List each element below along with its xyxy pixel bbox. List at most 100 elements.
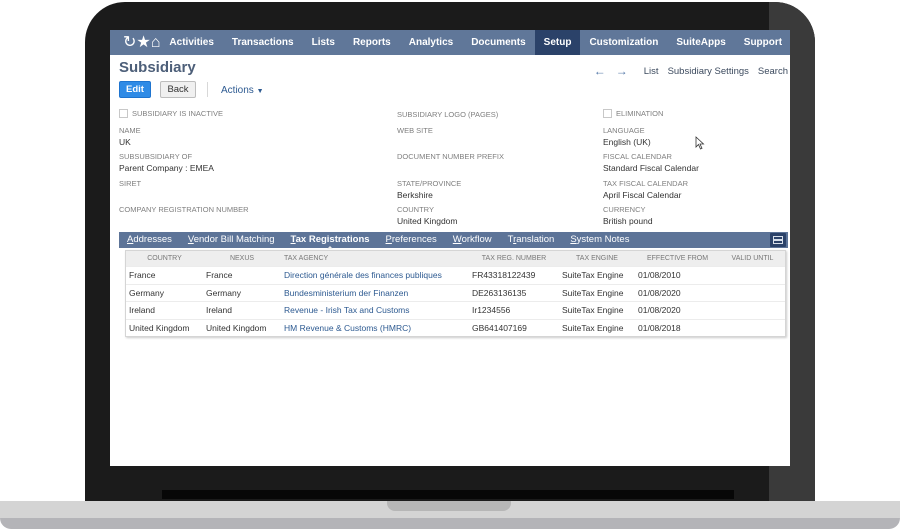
inactive-checkbox-field: Subsidiary is inactive [119,108,223,119]
tab-tax-registrations[interactable]: Tax Registrations [283,232,378,249]
tab-addresses-label: ddresses [133,234,172,245]
name-label: Name [119,126,141,135]
siret-field: SIRET [119,178,141,189]
col-nexus[interactable]: Nexus [203,255,281,262]
state-value: Berkshire [397,190,433,200]
forward-arrow-icon[interactable]: → [616,64,628,78]
inactive-checkbox[interactable] [119,109,128,118]
table-row[interactable]: Ireland Ireland Revenue - Irish Tax and … [126,301,785,319]
fiscal-calendar-label: Fiscal Calendar [603,152,672,161]
nav-customization[interactable]: Customization [580,30,667,55]
table-row[interactable]: Germany Germany Bundesministerium der Fi… [126,283,785,302]
cell-effective-from: 01/08/2018 [638,322,681,333]
doc-prefix-field: Document Number Prefix [397,151,504,162]
col-country[interactable]: Country [126,255,203,262]
currency-label: Currency [603,205,646,214]
tax-registrations-table: Country Nexus Tax Agency Tax Reg. Number… [125,250,786,337]
base-notch [387,501,511,511]
cell-tax-agency-link[interactable]: HM Revenue & Customs (HMRC) [281,323,469,333]
nav-setup[interactable]: Setup [534,30,581,55]
tab-tax-registrations-label: ax Registrations [295,234,370,245]
tab-preferences-label: references [391,234,437,245]
cell-country: France [129,270,156,281]
elimination-checkbox[interactable] [603,109,612,118]
col-tax-engine[interactable]: Tax Engine [559,255,635,262]
website-field: Web Site [397,125,433,136]
tab-translation-label: anslation [516,234,555,245]
doc-prefix-label: Document Number Prefix [397,152,504,161]
nav-transactions[interactable]: Transactions [223,30,303,55]
country-value: United Kingdom [397,216,458,226]
state-field: State/Province Berkshire [397,178,461,201]
col-valid-until[interactable]: Valid Until [720,255,785,262]
actions-label: Actions [221,85,254,96]
view-toggle-icon[interactable] [770,233,786,247]
tax-fiscal-calendar-field: Tax Fiscal Calendar April Fiscal Calenda… [603,178,688,201]
search-link[interactable]: Search [758,66,788,77]
base-bottom [0,518,900,529]
tab-translation[interactable]: Translation [500,232,563,248]
tab-preferences[interactable]: Preferences [378,232,445,248]
nav-lists[interactable]: Lists [303,30,344,55]
table-row[interactable]: France France Direction générale des fin… [126,266,785,284]
subtab-bar: Addresses Vendor Bill Matching Tax Regis… [119,232,788,249]
subsidiary-settings-link[interactable]: Subsidiary Settings [668,66,749,77]
nav-reports[interactable]: Reports [344,30,400,55]
table-row[interactable]: United Kingdom United Kingdom HM Revenue… [126,318,785,337]
laptop-base [0,501,900,529]
star-icon[interactable]: ★ [136,30,150,55]
company-reg-label: Company Registration Number [119,205,249,214]
nav-activities[interactable]: Activities [160,30,222,55]
record-navigation: ← → List Subsidiary Settings Search [594,64,788,78]
page-title: Subsidiary [119,59,196,76]
nav-analytics[interactable]: Analytics [400,30,462,55]
actions-menu[interactable]: Actions ▼ [221,85,264,96]
fiscal-calendar-field: Fiscal Calendar Standard Fiscal Calendar [603,151,699,174]
tab-system-notes[interactable]: System Notes [562,232,637,248]
nav-support[interactable]: Support [735,30,790,55]
tax-fiscal-calendar-value: April Fiscal Calendar [603,190,682,200]
home-icon[interactable]: ⌂ [151,30,161,55]
subsidiary-of-value: Parent Company : EMEA [119,163,214,173]
cell-tax-engine: SuiteTax Engine [562,305,624,316]
cell-nexus: France [206,270,233,281]
col-tax-reg-number[interactable]: Tax Reg. Number [469,255,559,262]
list-link[interactable]: List [644,66,659,77]
cell-tax-engine: SuiteTax Engine [562,287,624,298]
cell-nexus: United Kingdom [206,322,267,333]
name-field: Name UK [119,125,141,148]
col-tax-agency[interactable]: Tax Agency [281,255,469,262]
inactive-label: Subsidiary is inactive [132,109,223,118]
tab-vendor-bill-matching[interactable]: Vendor Bill Matching [180,232,283,248]
cell-tax-agency-link[interactable]: Revenue - Irish Tax and Customs [281,305,469,315]
laptop-frame: ↻ ★ ⌂ Activities Transactions Lists Repo… [0,0,900,529]
tab-workflow-label: orkflow [461,234,492,245]
subsidiary-of-label: Subsubsidiary of [119,152,193,161]
tax-fiscal-calendar-label: Tax Fiscal Calendar [603,179,689,188]
nav-suiteapps[interactable]: SuiteApps [667,30,734,55]
col-effective-from[interactable]: Effective From [635,255,720,262]
hinge-slot [162,490,734,499]
cell-tax-engine: SuiteTax Engine [562,270,624,281]
currency-field: Currency British pound [603,204,653,227]
nav-documents[interactable]: Documents [462,30,534,55]
name-value: UK [119,137,131,147]
cell-tax-reg-number: FR43318122439 [472,270,536,281]
cell-tax-agency-link[interactable]: Bundesministerium der Finanzen [281,288,469,298]
back-button[interactable]: Back [160,81,196,98]
edit-button[interactable]: Edit [119,81,151,98]
caret-down-icon: ▼ [256,88,264,95]
cell-tax-reg-number: GB641407169 [472,322,527,333]
logo-field: Subsidiary Logo (Pages) [397,109,498,120]
state-label: State/Province [397,179,462,188]
tab-addresses[interactable]: Addresses [119,232,180,248]
cell-tax-agency-link[interactable]: Direction générale des finances publique… [281,270,469,280]
country-field: Country United Kingdom [397,204,457,227]
tab-workflow[interactable]: Workflow [445,232,500,248]
back-arrow-icon[interactable]: ← [594,64,606,78]
siret-label: SIRET [119,179,142,188]
fiscal-calendar-value: Standard Fiscal Calendar [603,163,699,173]
screen: ↻ ★ ⌂ Activities Transactions Lists Repo… [110,30,790,466]
recent-icon[interactable]: ↻ [123,30,136,55]
cell-nexus: Germany [206,287,241,298]
